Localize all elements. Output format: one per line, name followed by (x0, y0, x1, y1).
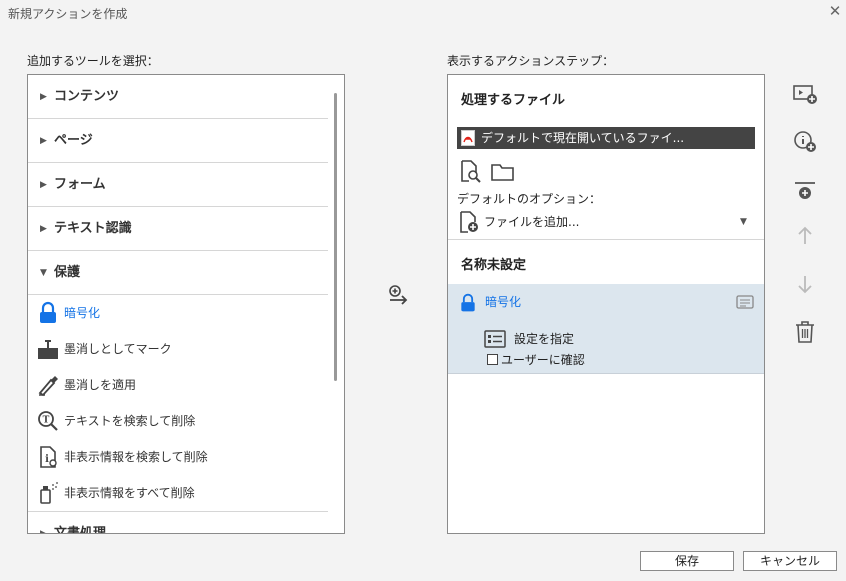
category-label: コンテンツ (54, 89, 120, 104)
tool-apply-redaction[interactable]: 墨消しを適用 (28, 367, 328, 403)
tool-label: 暗号化 (64, 306, 101, 320)
collapse-triangle-icon: ▼ (40, 268, 47, 278)
window-title: 新規アクションを作成 (8, 7, 128, 21)
scrollbar-thumb[interactable] (334, 93, 337, 381)
unnamed-header: 名称未設定 (461, 258, 527, 273)
add-instruction-icon[interactable] (791, 128, 819, 156)
tool-label: 墨消しとしてマーク (64, 342, 172, 356)
add-panel-separator-icon[interactable] (791, 178, 819, 206)
cancel-button[interactable]: キャンセル (743, 551, 837, 571)
tool-find-hidden-remove[interactable]: i 非表示情報を検索して削除 (28, 439, 328, 475)
spray-remove-icon (40, 482, 58, 504)
category-label: 文書処理 (54, 526, 107, 534)
close-icon[interactable]: ✕ (827, 3, 843, 19)
expand-triangle-icon: ▶ (40, 224, 47, 234)
settings-list-icon (484, 330, 506, 348)
add-file-icon (460, 211, 478, 233)
right-panel-label: 表示するアクションステップ： (447, 54, 615, 68)
lock-icon (40, 301, 56, 323)
category-text-recognition[interactable]: ▶ テキスト認識 (28, 207, 328, 251)
tool-label: 墨消しを適用 (64, 378, 137, 392)
file-search-icon[interactable] (458, 159, 482, 183)
expand-triangle-icon: ▶ (40, 92, 47, 102)
expand-triangle-icon: ▶ (40, 136, 47, 146)
instructions-icon[interactable] (736, 294, 754, 310)
svg-text:T: T (43, 416, 50, 426)
lock-icon (461, 293, 475, 312)
search-text-icon: T (38, 411, 58, 431)
confirm-user-label: ユーザーに確認 (501, 353, 585, 367)
step-encrypt-row[interactable]: 暗号化 設定を指定 ユーザーに確認 (448, 284, 764, 374)
divider (448, 239, 764, 240)
trash-icon[interactable] (791, 318, 819, 346)
tool-mark-redaction[interactable]: 墨消しとしてマーク (28, 331, 328, 367)
hidden-info-search-icon: i (40, 446, 57, 468)
redact-mark-icon (38, 340, 58, 359)
tool-label: テキストを検索して削除 (64, 414, 196, 428)
category-label: テキスト認識 (54, 221, 132, 236)
tool-encrypt[interactable]: 暗号化 (28, 295, 328, 331)
default-file-text: デフォルトで現在開いているファイ... (481, 131, 685, 145)
add-to-steps-icon[interactable] (386, 284, 410, 308)
category-label: フォーム (54, 177, 106, 192)
chevron-down-icon: ▼ (740, 217, 747, 227)
action-steps-panel: 処理するファイル デフォルトで現在開いているファイ... デフォルトのオプション… (447, 74, 765, 534)
category-pages[interactable]: ▶ ページ (28, 119, 328, 163)
redact-brush-icon (38, 376, 58, 397)
step-name: 暗号化 (485, 295, 522, 309)
category-protect[interactable]: ▼ 保護 (28, 251, 328, 295)
confirm-user-checkbox[interactable] (487, 354, 498, 365)
files-to-process-header: 処理するファイル (461, 93, 566, 108)
add-file-text: ファイルを追加... (484, 215, 580, 229)
category-label: ページ (54, 133, 93, 148)
pdf-file-icon (461, 130, 475, 146)
tool-remove-all-hidden[interactable]: 非表示情報をすべて削除 (28, 475, 328, 511)
insert-menu-item-icon[interactable] (791, 80, 819, 108)
tool-find-text-remove[interactable]: T テキストを検索して削除 (28, 403, 328, 439)
save-button[interactable]: 保存 (640, 551, 734, 571)
category-document-processing[interactable]: ▶ 文書処理 (28, 511, 328, 534)
category-content[interactable]: ▶ コンテンツ (28, 75, 328, 119)
default-options-label: デフォルトのオプション： (457, 192, 602, 206)
tool-label: 非表示情報をすべて削除 (64, 486, 195, 500)
category-label: 保護 (54, 265, 81, 280)
folder-icon[interactable] (490, 161, 516, 183)
move-up-icon[interactable] (791, 222, 819, 250)
category-forms[interactable]: ▶ フォーム (28, 163, 328, 207)
left-panel-label: 追加するツールを選択： (27, 54, 159, 68)
expand-triangle-icon: ▶ (40, 529, 47, 534)
move-down-icon[interactable] (791, 270, 819, 298)
svg-text:i: i (45, 454, 49, 465)
tool-list-panel: ▶ コンテンツ ▶ ページ ▶ フォーム ▶ テキスト認識 ▼ 保護 暗号化 墨… (27, 74, 345, 534)
expand-triangle-icon: ▶ (40, 180, 47, 190)
specify-settings-link[interactable]: 設定を指定 (514, 329, 574, 349)
add-file-dropdown[interactable]: ファイルを追加... ▼ (484, 211, 754, 233)
tool-label: 非表示情報を検索して削除 (64, 450, 208, 464)
default-file-row[interactable]: デフォルトで現在開いているファイ... (457, 127, 755, 149)
